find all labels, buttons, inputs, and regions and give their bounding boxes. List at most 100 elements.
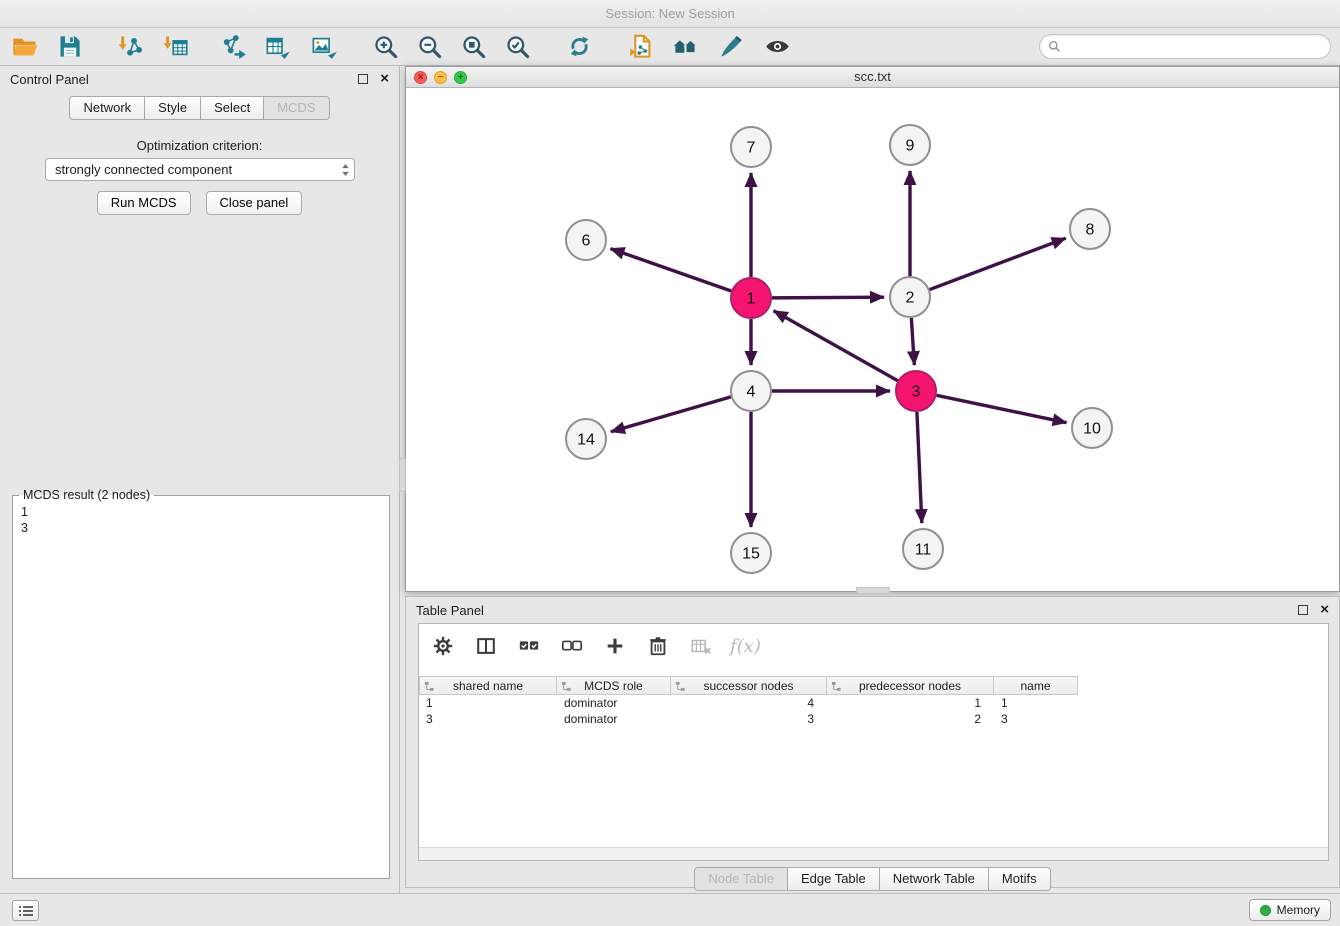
tab-node-table[interactable]: Node Table [694, 867, 788, 891]
refresh-layout-button[interactable] [562, 31, 596, 63]
tab-network[interactable]: Network [69, 96, 145, 120]
zoom-out-button[interactable] [412, 31, 446, 63]
graph-node-14[interactable]: 14 [566, 419, 606, 459]
graph-node-9[interactable]: 9 [890, 125, 930, 165]
task-history-button[interactable] [12, 900, 39, 921]
deselect-all-icon [561, 635, 583, 657]
horizontal-splitter-grip[interactable] [856, 587, 890, 594]
minimize-window-icon[interactable]: − [434, 71, 447, 84]
svg-text:3: 3 [912, 384, 921, 401]
tab-network-table[interactable]: Network Table [880, 867, 989, 891]
graph-node-6[interactable]: 6 [566, 220, 606, 260]
column-header-successor-nodes[interactable]: successor nodes [671, 676, 827, 695]
column-header-mcds-role[interactable]: MCDS role [557, 676, 671, 695]
column-header-shared-name[interactable]: shared name [419, 676, 557, 695]
graph-node-7[interactable]: 7 [731, 127, 771, 167]
cell-predecessor-nodes: 2 [827, 711, 994, 727]
search-field[interactable] [1039, 34, 1331, 59]
svg-text:9: 9 [906, 138, 915, 155]
svg-text:11: 11 [915, 542, 932, 559]
add-column-button[interactable] [601, 632, 629, 660]
import-table-button[interactable] [158, 31, 192, 63]
mcds-result-list[interactable]: 1 3 [13, 496, 389, 536]
window-titlebar: Session: New Session [0, 0, 1340, 28]
import-network-button[interactable] [112, 31, 146, 63]
close-panel-button[interactable]: Close panel [206, 191, 303, 215]
table-row[interactable]: 1 dominator 4 1 1 [419, 695, 1328, 711]
column-header-name[interactable]: name [994, 676, 1078, 695]
network-graph[interactable]: 7 9 6 8 1 2 4 3 14 10 15 11 [406, 88, 1339, 591]
zoom-out-icon [416, 33, 443, 60]
tab-select[interactable]: Select [201, 96, 264, 120]
table-row[interactable]: 3 dominator 3 2 3 [419, 711, 1328, 727]
show-hide-button[interactable] [760, 31, 794, 63]
graph-node-11[interactable]: 11 [903, 529, 943, 569]
import-network-icon [116, 33, 143, 60]
export-network-button[interactable] [216, 31, 250, 63]
apply-style-icon [718, 33, 745, 60]
graph-edge-2-8[interactable] [930, 238, 1066, 289]
zoom-fit-button[interactable] [456, 31, 490, 63]
tab-edge-table[interactable]: Edge Table [788, 867, 880, 891]
tab-style[interactable]: Style [145, 96, 201, 120]
cell-shared-name: 1 [419, 695, 557, 711]
graph-edge-2-3[interactable] [911, 318, 914, 365]
export-image-button[interactable] [306, 31, 340, 63]
table-panel-tabs: Node Table Edge Table Network Table Moti… [406, 867, 1339, 891]
tab-motifs[interactable]: Motifs [989, 867, 1051, 891]
graph-edge-4-14[interactable] [611, 397, 731, 432]
float-window-icon[interactable] [358, 74, 368, 84]
graph-edge-3-10[interactable] [937, 395, 1067, 422]
graph-node-2[interactable]: 2 [890, 277, 930, 317]
delete-rows-button[interactable] [644, 632, 672, 660]
svg-text:6: 6 [582, 233, 591, 250]
node-table-container: f(x) shared name MCDS role successor n [418, 623, 1329, 861]
search-input[interactable] [1066, 39, 1316, 54]
graph-node-15[interactable]: 15 [731, 533, 771, 573]
deselect-all-button[interactable] [558, 632, 586, 660]
network-canvas[interactable]: 7 9 6 8 1 2 4 3 14 10 15 11 [406, 88, 1339, 591]
column-type-icon [831, 681, 842, 692]
delete-table-button[interactable] [687, 632, 715, 660]
graph-edge-3-11[interactable] [917, 412, 922, 523]
table-settings-button[interactable] [429, 632, 457, 660]
criterion-select[interactable]: strongly connected component [45, 158, 355, 181]
vertical-splitter-grip[interactable] [399, 458, 406, 492]
graph-node-4[interactable]: 4 [731, 371, 771, 411]
graph-edge-3-1[interactable] [774, 311, 898, 381]
float-window-icon[interactable] [1298, 605, 1308, 615]
maximize-window-icon[interactable]: + [454, 71, 467, 84]
memory-button[interactable]: Memory [1249, 899, 1331, 921]
network-window-titlebar[interactable]: × − + scc.txt [406, 67, 1339, 88]
home-network-icon [672, 33, 699, 60]
home-network-button[interactable] [668, 31, 702, 63]
horizontal-scrollbar[interactable] [419, 847, 1328, 860]
run-mcds-button[interactable]: Run MCDS [97, 191, 191, 215]
graph-node-10[interactable]: 10 [1072, 408, 1112, 448]
close-panel-icon[interactable]: × [380, 72, 389, 86]
select-all-button[interactable] [515, 632, 543, 660]
open-document-button[interactable] [624, 31, 658, 63]
export-table-button[interactable] [260, 31, 294, 63]
gear-icon [432, 635, 454, 657]
save-session-button[interactable] [52, 31, 86, 63]
close-window-icon[interactable]: × [414, 71, 427, 84]
graph-node-3[interactable]: 3 [896, 371, 936, 411]
function-builder-button[interactable]: f(x) [730, 636, 761, 657]
criterion-selected-value: strongly connected component [55, 162, 232, 177]
cell-mcds-role: dominator [557, 695, 671, 711]
list-icon [18, 905, 34, 917]
graph-edge-1-6[interactable] [611, 249, 732, 291]
delete-table-icon [690, 635, 712, 657]
tab-mcds[interactable]: MCDS [264, 96, 329, 120]
close-panel-icon[interactable]: × [1320, 603, 1329, 617]
zoom-in-button[interactable] [368, 31, 402, 63]
apply-style-button[interactable] [714, 31, 748, 63]
show-columns-button[interactable] [472, 632, 500, 660]
open-session-button[interactable] [8, 31, 42, 63]
graph-node-8[interactable]: 8 [1070, 209, 1110, 249]
graph-node-1[interactable]: 1 [731, 278, 771, 318]
column-header-predecessor-nodes[interactable]: predecessor nodes [827, 676, 994, 695]
zoom-selected-button[interactable] [500, 31, 534, 63]
graph-edge-1-2[interactable] [772, 297, 884, 298]
